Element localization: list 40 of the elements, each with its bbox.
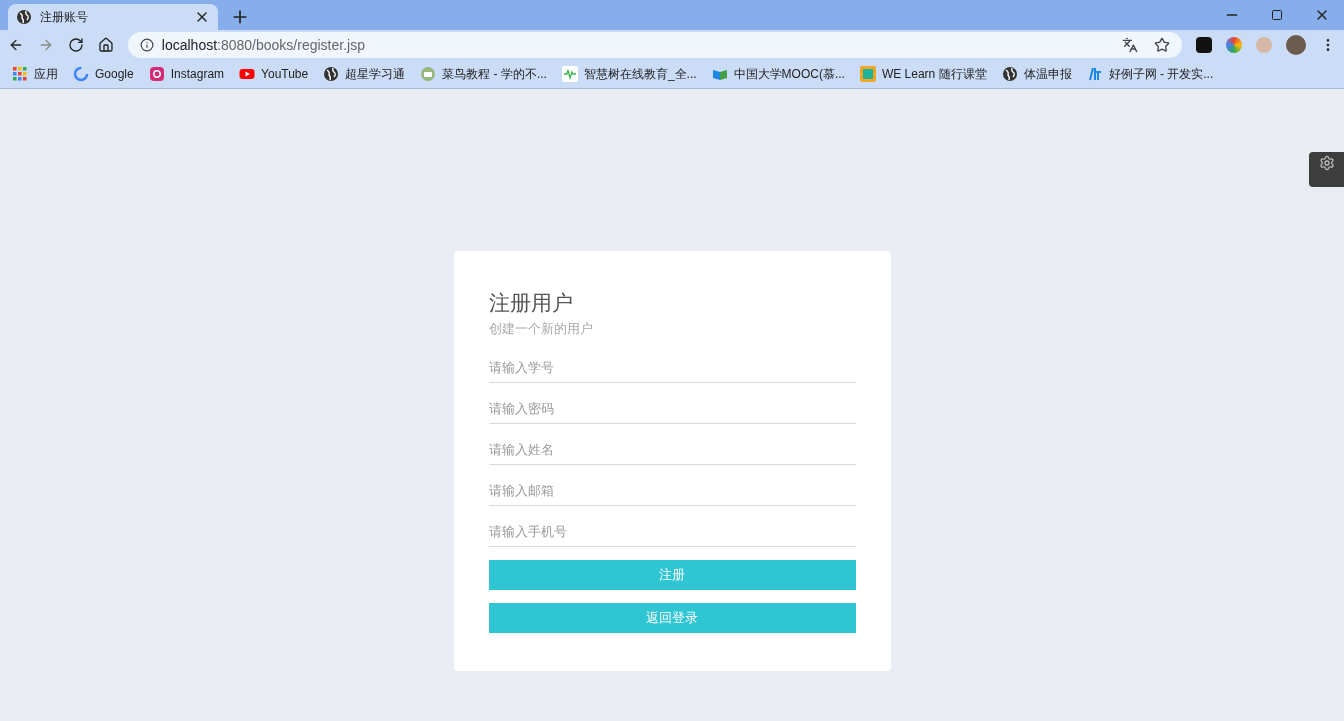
bookmark-link[interactable]: 好例子网 - 开发实... bbox=[1108, 66, 1214, 82]
form-title: 注册用户 bbox=[488, 290, 574, 316]
globe-icon bbox=[323, 66, 340, 82]
bookmark-link[interactable]: 体温申报 bbox=[1023, 66, 1072, 82]
settings-tab[interactable] bbox=[1309, 152, 1344, 187]
bookmark-link[interactable]: 菜鸟教程 - 学的不... bbox=[442, 66, 547, 82]
input-field[interactable]: 请输入邮箱 bbox=[488, 475, 856, 506]
square-logo-icon bbox=[859, 66, 876, 82]
bookmark-star-icon[interactable] bbox=[1154, 37, 1171, 53]
play-icon bbox=[239, 66, 256, 82]
translate-icon[interactable] bbox=[1122, 37, 1139, 53]
wave-icon bbox=[561, 66, 578, 82]
bookmark-link[interactable]: 应用 bbox=[34, 66, 58, 82]
bookmark-link[interactable]: 超星学习通 bbox=[345, 66, 406, 82]
info-icon bbox=[139, 38, 154, 52]
bookmark-link[interactable]: Google bbox=[95, 66, 134, 82]
restore-icon[interactable] bbox=[1271, 9, 1283, 21]
reload-icon[interactable] bbox=[67, 37, 84, 53]
tab-title: 注册账号 bbox=[40, 9, 89, 25]
apps-grid-icon bbox=[12, 66, 28, 82]
bookmark-link[interactable]: YouTube bbox=[261, 66, 309, 82]
input-field[interactable]: 请输入密码 bbox=[488, 393, 856, 424]
globe-icon bbox=[1001, 66, 1018, 82]
input-field[interactable]: 请输入学号 bbox=[488, 352, 856, 383]
back-icon[interactable] bbox=[8, 37, 24, 53]
bookmark-link[interactable]: 中国大学MOOC(慕... bbox=[733, 66, 845, 82]
address-bar[interactable]: localhost:8080/books/register.jsp bbox=[127, 32, 1183, 58]
browser-tab[interactable]: 注册账号 bbox=[8, 4, 218, 30]
settings-icon[interactable] bbox=[1318, 155, 1335, 171]
avatar-icon[interactable] bbox=[1286, 35, 1307, 55]
globe-icon bbox=[16, 9, 32, 25]
bookmark-link[interactable]: WE Learn 随行课堂 bbox=[881, 66, 987, 82]
bookmark-link[interactable]: 智慧树在线教育_全... bbox=[583, 66, 697, 82]
extension-icon[interactable] bbox=[1196, 37, 1213, 53]
input-field[interactable]: 请输入手机号 bbox=[488, 516, 856, 547]
input-field[interactable]: 请输入姓名 bbox=[488, 434, 856, 465]
camera-icon bbox=[148, 66, 165, 82]
home-icon[interactable] bbox=[97, 37, 114, 53]
bookmark-link[interactable]: Instagram bbox=[170, 66, 225, 82]
url-text: localhost:8080/books/register.jsp bbox=[161, 36, 366, 55]
